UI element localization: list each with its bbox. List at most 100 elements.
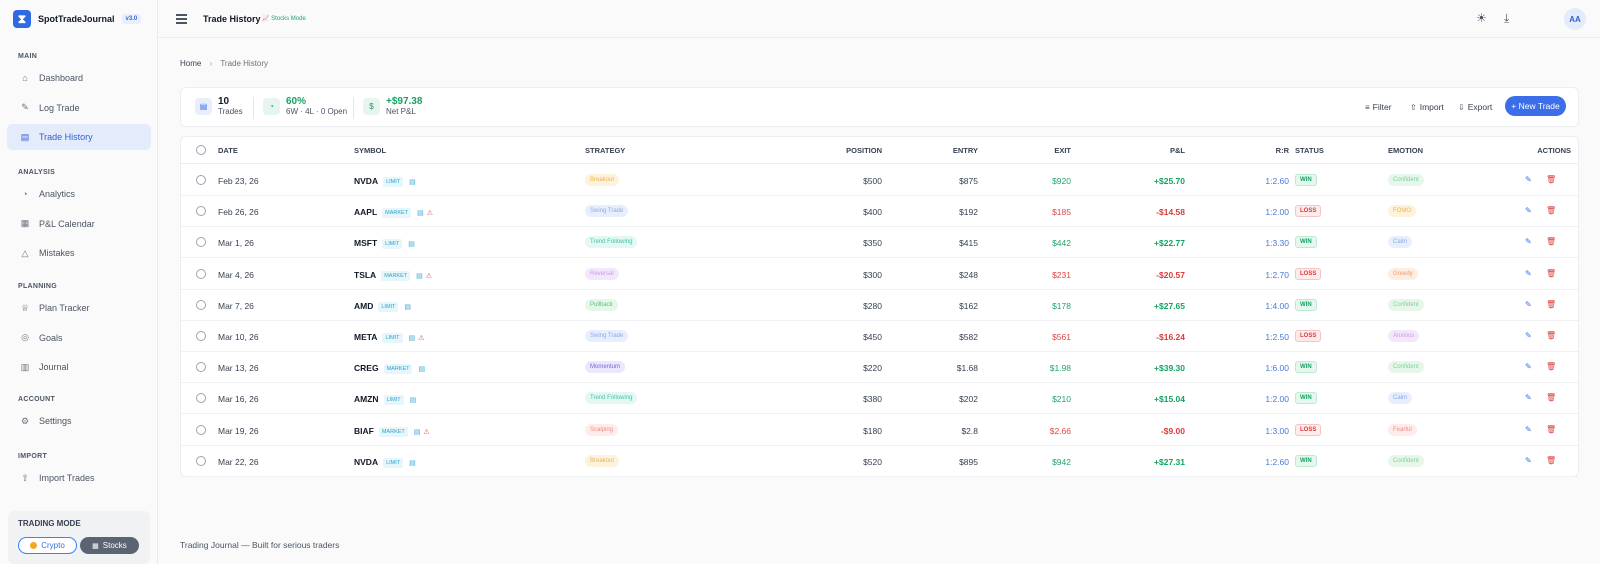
cell-symbol: AMZN LIMIT ▤	[354, 394, 417, 406]
cell-rr: 1:2.00	[1265, 207, 1289, 218]
trash-icon[interactable]: 🗑	[1546, 456, 1556, 465]
emotion-tag: Fearful	[1388, 423, 1417, 436]
sidebar-item-analytics[interactable]: ◔ Analytics	[7, 181, 151, 207]
header-symbol[interactable]: SYMBOL	[354, 146, 386, 155]
note-icon[interactable]: ▤	[414, 429, 421, 436]
cell-rr: 1:2.60	[1265, 456, 1289, 467]
sidebar-item-dashboard[interactable]: ⌂ Dashboard	[7, 65, 151, 91]
table-row[interactable]: Mar 1, 26 MSFT LIMIT ▤ Trend Following $35…	[181, 227, 1578, 259]
row-checkbox[interactable]	[196, 393, 206, 404]
row-checkbox[interactable]	[196, 237, 206, 248]
note-icon[interactable]: ▤	[410, 397, 417, 404]
edit-icon[interactable]: ✎	[1525, 331, 1532, 340]
header-status[interactable]: STATUS	[1295, 146, 1324, 155]
note-icon[interactable]: ▤	[409, 460, 416, 467]
edit-icon[interactable]: ✎	[1525, 425, 1532, 434]
cell-pnl: -$16.24	[1156, 332, 1185, 342]
edit-icon[interactable]: ✎	[1525, 456, 1532, 465]
row-checkbox[interactable]	[196, 206, 206, 217]
header-date[interactable]: DATE	[218, 146, 238, 155]
trash-icon[interactable]: 🗑	[1546, 425, 1556, 434]
new-trade-button[interactable]: + New Trade	[1505, 96, 1566, 116]
table-row[interactable]: Mar 22, 26 NVDA LIMIT ▤ Breakout $520 $895…	[181, 446, 1578, 477]
edit-icon[interactable]: ✎	[1525, 362, 1532, 371]
note-icon[interactable]: ▤	[418, 366, 425, 373]
sidebar-item-plan-tracker[interactable]: ♕ Plan Tracker	[7, 295, 151, 321]
export-button[interactable]: ⇩ Export	[1455, 97, 1495, 117]
table-row[interactable]: Mar 16, 26 AMZN LIMIT ▤ Trend Following $3…	[181, 383, 1578, 415]
download-icon[interactable]: ⤓	[1504, 11, 1509, 26]
trash-icon[interactable]: 🗑	[1546, 237, 1556, 246]
edit-icon[interactable]: ✎	[1525, 393, 1532, 402]
version-badge: v3.0	[121, 14, 142, 24]
note-icon[interactable]: ▤	[417, 210, 424, 217]
header-position[interactable]: POSITION	[781, 146, 882, 155]
note-icon[interactable]: ▤	[416, 273, 423, 280]
cell-entry: $192	[959, 207, 978, 218]
row-checkbox[interactable]	[196, 299, 206, 310]
select-all-checkbox[interactable]	[196, 145, 206, 155]
edit-icon[interactable]: ✎	[1525, 237, 1532, 246]
edit-icon[interactable]: ✎	[1525, 300, 1532, 309]
breadcrumb-home[interactable]: Home	[180, 59, 201, 68]
note-icon[interactable]: ▤	[409, 179, 416, 186]
sun-icon[interactable]: ☀	[1476, 11, 1487, 25]
header-emotion[interactable]: EMOTION	[1388, 146, 1423, 155]
crypto-mode-button[interactable]: Crypto	[18, 537, 77, 554]
row-checkbox[interactable]	[196, 424, 206, 435]
trash-icon[interactable]: 🗑	[1546, 362, 1556, 371]
trash-icon[interactable]: 🗑	[1546, 393, 1556, 402]
breadcrumb-current: Trade History	[220, 59, 269, 68]
row-checkbox[interactable]	[196, 362, 206, 373]
trades-label: Trades	[218, 107, 243, 116]
cell-pnl: +$22.77	[1154, 238, 1185, 249]
order-type-badge: MARKET	[381, 270, 411, 281]
brand[interactable]: ⧗ SpotTradeJournal v3.0	[13, 9, 142, 29]
note-icon[interactable]: ▤	[404, 304, 411, 311]
table-row[interactable]: Mar 19, 26 BIAF MARKET ▤ ⚠ Scalping $180 $2…	[181, 415, 1578, 446]
trash-icon[interactable]: 🗑	[1546, 300, 1556, 309]
table-row[interactable]: Feb 23, 26 NVDA LIMIT ▤ Breakout $500 $875…	[181, 165, 1578, 196]
trash-icon[interactable]: 🗑	[1546, 206, 1556, 215]
sidebar-item-settings[interactable]: ⚙ Settings	[7, 408, 151, 434]
trash-icon[interactable]: 🗑	[1546, 175, 1556, 184]
header-strategy[interactable]: STRATEGY	[585, 146, 625, 155]
row-checkbox[interactable]	[196, 455, 206, 466]
sidebar-item-trade-history[interactable]: ▤ Trade History	[7, 124, 151, 150]
sidebar-item-mistakes[interactable]: △ Mistakes	[7, 240, 151, 266]
stocks-mode-button[interactable]: ▦ Stocks	[80, 537, 139, 554]
cell-position: $380	[863, 394, 882, 405]
filter-button[interactable]: ≡ Filter	[1362, 97, 1395, 117]
sidebar-item-log-trade[interactable]: ✎ Log Trade	[7, 95, 151, 121]
cell-pnl: +$39.30	[1154, 363, 1185, 374]
header-exit[interactable]: EXIT	[1001, 146, 1071, 155]
cell-symbol: NVDA LIMIT ▤	[354, 457, 416, 468]
header-pnl[interactable]: P&L	[1101, 146, 1185, 155]
table-row[interactable]: Mar 13, 26 CREG MARKET ▤ Momentum $220 $1.…	[181, 352, 1578, 384]
row-checkbox[interactable]	[196, 175, 206, 185]
menu-toggle-icon[interactable]	[176, 14, 187, 26]
header-rr[interactable]: R:R	[1201, 146, 1289, 155]
trash-icon[interactable]: 🗑	[1546, 269, 1556, 278]
table-row[interactable]: Mar 4, 26 TSLA MARKET ▤ ⚠ Reversal $300 $24…	[181, 259, 1578, 290]
row-checkbox[interactable]	[196, 331, 206, 341]
edit-icon[interactable]: ✎	[1525, 269, 1532, 278]
sidebar-item-import-trades[interactable]: ⇧ Import Trades	[7, 465, 151, 491]
avatar[interactable]: AA	[1564, 8, 1586, 30]
note-icon[interactable]: ▤	[409, 335, 416, 342]
table-row[interactable]: Feb 26, 26 AAPL MARKET ▤ ⚠ Swing Trade $400…	[181, 196, 1578, 228]
table-row[interactable]: Mar 7, 26 AMD LIMIT ▤ Pullback $280 $162 $…	[181, 290, 1578, 321]
header-entry[interactable]: ENTRY	[901, 146, 978, 155]
row-checkbox[interactable]	[196, 268, 206, 279]
note-icon[interactable]: ▤	[408, 241, 415, 248]
import-button[interactable]: ⇧ Import	[1407, 97, 1447, 117]
cell-position: $300	[863, 269, 882, 280]
edit-icon[interactable]: ✎	[1525, 206, 1532, 215]
sidebar-item-journal[interactable]: ▥ Journal	[7, 354, 151, 380]
sidebar-item-goals[interactable]: ◎ Goals	[7, 325, 151, 351]
cell-rr: 1:2.00	[1265, 394, 1289, 405]
sidebar-item-p-l-calendar[interactable]: ▦ P&L Calendar	[7, 211, 151, 237]
table-row[interactable]: Mar 10, 26 META LIMIT ▤ ⚠ Swing Trade $450 …	[181, 321, 1578, 352]
edit-icon[interactable]: ✎	[1525, 175, 1532, 184]
trash-icon[interactable]: 🗑	[1546, 331, 1556, 340]
